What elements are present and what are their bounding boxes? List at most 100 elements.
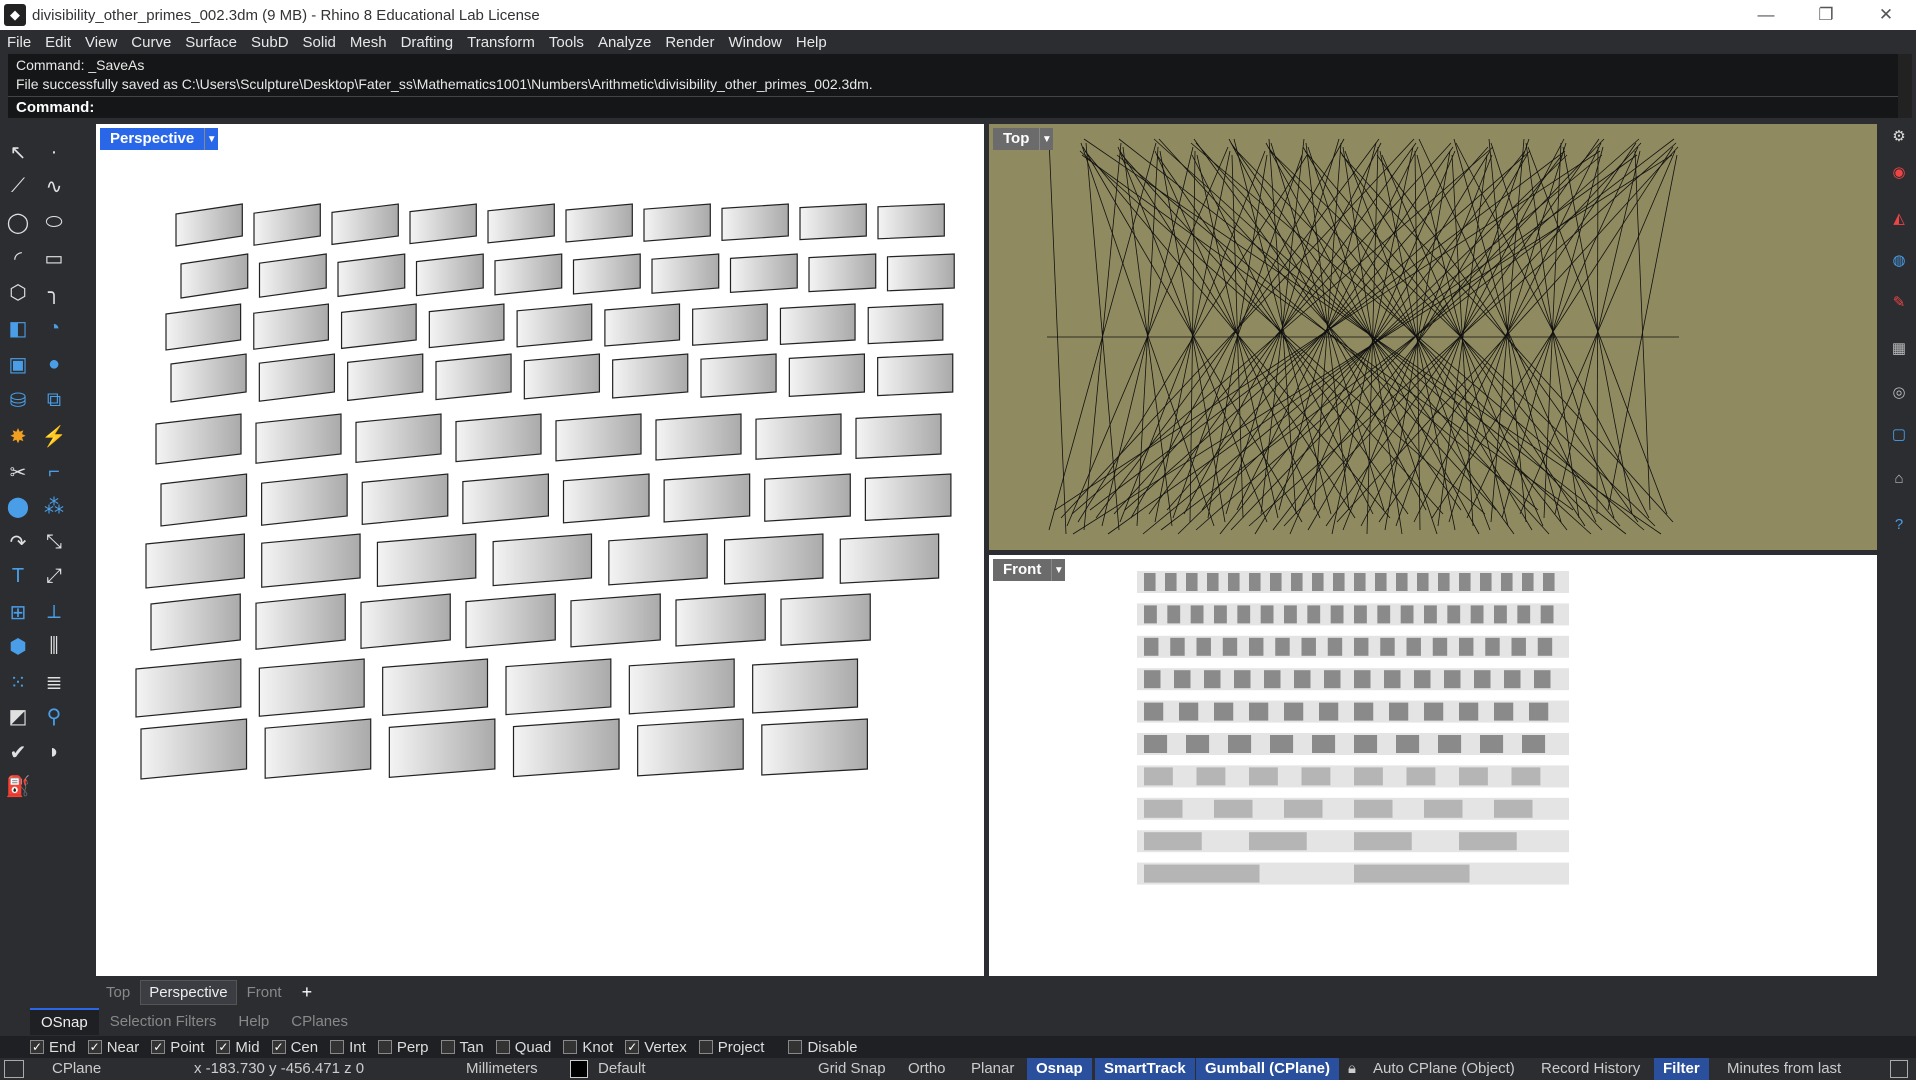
planar-toggle[interactable]: Planar	[971, 1060, 1014, 1077]
checkbox-box[interactable]	[377, 1040, 392, 1054]
polyline-icon[interactable]: ⟋	[4, 172, 32, 200]
grid-pattern-icon[interactable]: ⫼	[40, 632, 68, 660]
osnap-perp-checkbox[interactable]: Perp	[377, 1039, 429, 1056]
check-icon[interactable]: ✔	[4, 738, 32, 766]
menu-solid[interactable]: Solid	[303, 34, 336, 51]
block-icon[interactable]: ⬢	[4, 632, 32, 660]
checkbox-box[interactable]	[563, 1040, 578, 1054]
learn-icon[interactable]: ⌂	[1889, 468, 1909, 488]
viewport-menu-arrow-icon[interactable]: ▼	[1051, 559, 1066, 581]
osnap-knot-checkbox[interactable]: Knot	[563, 1039, 613, 1056]
panel-toggle-right-icon[interactable]	[1890, 1060, 1908, 1078]
help-icon[interactable]: ?	[1889, 514, 1909, 534]
current-layer[interactable]: Default	[598, 1060, 646, 1077]
trim-icon[interactable]: ✂	[4, 458, 32, 486]
tab-selection-filters[interactable]: Selection Filters	[99, 1009, 228, 1034]
ellipse-icon[interactable]: ⬭	[40, 208, 68, 236]
ortho-toggle[interactable]: Ortho	[908, 1060, 946, 1077]
menu-help[interactable]: Help	[796, 34, 827, 51]
checkbox-box[interactable]: ✓	[216, 1040, 231, 1054]
fillet-curve-icon[interactable]: ╮	[40, 278, 68, 306]
table-icon[interactable]: ▦	[1889, 338, 1909, 358]
command-input[interactable]: Command:	[8, 96, 1898, 118]
restore-button[interactable]: ❐	[1796, 0, 1856, 30]
menu-surface[interactable]: Surface	[185, 34, 237, 51]
viewport-label-top[interactable]: Top	[993, 128, 1040, 150]
grid-snap-toggle[interactable]: Grid Snap	[818, 1060, 886, 1077]
command-scrollbar[interactable]	[1898, 54, 1912, 118]
lock-icon[interactable]: 🔒︎	[1348, 1060, 1356, 1077]
boolean-union-icon[interactable]: ⬤	[4, 492, 32, 520]
osnap-point-checkbox[interactable]: ✓ Point	[151, 1039, 204, 1056]
sphere-icon[interactable]: ●	[40, 350, 68, 378]
tab-cplanes[interactable]: CPlanes	[280, 1009, 359, 1034]
osnap-quad-checkbox[interactable]: Quad	[495, 1039, 551, 1056]
viewport-menu-arrow-icon[interactable]: ▼	[204, 128, 219, 150]
units-label[interactable]: Millimeters	[466, 1060, 538, 1077]
menu-drafting[interactable]: Drafting	[401, 34, 454, 51]
array-icon[interactable]: ⊞	[4, 598, 32, 626]
boolean-split-icon[interactable]: ⁂	[40, 492, 68, 520]
explode-icon[interactable]: ✸	[4, 422, 32, 450]
analyze-icon[interactable]: ⚲	[40, 702, 68, 730]
top-viewport[interactable]: Top ▼	[989, 124, 1877, 550]
panel-toggle-icon[interactable]	[4, 1060, 24, 1078]
extrude-icon[interactable]: ⧉	[40, 386, 68, 414]
menu-view[interactable]: View	[85, 34, 117, 51]
scale-icon[interactable]: ⤡	[40, 528, 68, 556]
front-viewport[interactable]: Front ▼	[989, 555, 1877, 976]
menu-subd[interactable]: SubD	[251, 34, 289, 51]
polygon-icon[interactable]: ⬡	[4, 278, 32, 306]
record-history-toggle[interactable]: Record History	[1541, 1060, 1640, 1077]
color-wheel-icon[interactable]: ◉	[1889, 162, 1909, 182]
osnap-near-checkbox[interactable]: ✓ Near	[87, 1039, 139, 1056]
tab-osnap[interactable]: OSnap	[30, 1007, 99, 1035]
osnap-disable-checkbox[interactable]: Disable	[788, 1039, 858, 1056]
menu-mesh[interactable]: Mesh	[350, 34, 387, 51]
surface-icon[interactable]: ◧	[4, 314, 32, 342]
checkbox-box[interactable]	[330, 1040, 345, 1054]
viewport-label-perspective[interactable]: Perspective	[100, 128, 205, 150]
tab-help[interactable]: Help	[227, 1009, 280, 1034]
osnap-end-checkbox[interactable]: ✓ End	[30, 1039, 76, 1056]
perspective-viewport[interactable]: Perspective ▼	[96, 124, 984, 976]
settings-gear-icon[interactable]: ⚙	[1889, 126, 1909, 146]
box-icon[interactable]: ▣	[4, 350, 32, 378]
minimize-button[interactable]: —	[1736, 0, 1796, 30]
viewport-menu-arrow-icon[interactable]: ▼	[1039, 128, 1054, 150]
circle-icon[interactable]: ◯	[4, 208, 32, 236]
move-icon[interactable]: ⤢	[40, 562, 68, 590]
gumball-toggle[interactable]: Gumball (CPlane)	[1196, 1058, 1340, 1080]
menu-curve[interactable]: Curve	[131, 34, 171, 51]
checkbox-box[interactable]	[495, 1040, 510, 1054]
osnap-toggle[interactable]: Osnap	[1027, 1058, 1092, 1080]
pen-icon[interactable]: ✎	[1889, 292, 1909, 312]
rhino-app-icon[interactable]: ◆	[4, 4, 26, 26]
add-viewport-tab-icon[interactable]: +	[292, 982, 323, 1003]
select-arrow-icon[interactable]: ↖	[4, 138, 32, 166]
layer-color-swatch[interactable]	[570, 1060, 588, 1078]
fillet-edge-icon[interactable]: ⚡	[40, 422, 68, 450]
layer-icon[interactable]: ≣	[40, 668, 68, 696]
hide-icon[interactable]: ◗	[40, 738, 68, 766]
auto-cplane-toggle[interactable]: Auto CPlane (Object)	[1373, 1060, 1515, 1077]
checkbox-box[interactable]: ✓	[87, 1040, 102, 1054]
osnap-cen-checkbox[interactable]: ✓ Cen	[271, 1039, 318, 1056]
osnap-project-checkbox[interactable]: Project	[698, 1039, 764, 1056]
checkbox-box[interactable]: ✓	[271, 1040, 286, 1054]
menu-tools[interactable]: Tools	[549, 34, 584, 51]
rotate-icon[interactable]: ↷	[4, 528, 32, 556]
checkbox-box[interactable]: ✓	[30, 1040, 44, 1054]
osnap-int-checkbox[interactable]: Int	[330, 1039, 366, 1056]
paint-bucket-icon[interactable]: ⛽	[4, 772, 32, 800]
menu-analyze[interactable]: Analyze	[598, 34, 651, 51]
tab-top[interactable]: Top	[96, 984, 140, 1001]
cplane-label[interactable]: CPlane	[52, 1060, 101, 1077]
checkbox-box[interactable]: ✓	[625, 1040, 640, 1054]
cylinder-icon[interactable]: ⛁	[4, 386, 32, 414]
text-icon[interactable]: T	[4, 562, 32, 590]
menu-transform[interactable]: Transform	[467, 34, 535, 51]
menu-window[interactable]: Window	[729, 34, 782, 51]
checkbox-box[interactable]: ✓	[151, 1040, 166, 1054]
close-button[interactable]: ✕	[1856, 0, 1916, 30]
